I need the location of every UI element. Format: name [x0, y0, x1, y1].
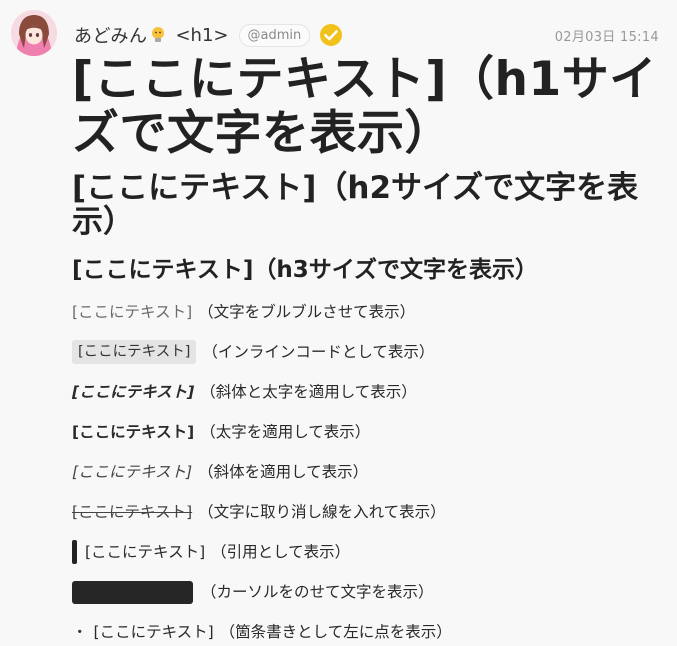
quote-row: [ここにテキスト] （引用として表示） — [72, 540, 350, 564]
spoiler-hidden-text[interactable] — [72, 580, 193, 604]
avatar[interactable] — [11, 10, 57, 56]
bold-italic-text: [ここにテキスト] — [72, 383, 195, 401]
row-description: （引用として表示） — [211, 543, 351, 561]
italic-row: [ここにテキスト] （斜体を適用して表示） — [72, 460, 368, 484]
quote-text: [ここにテキスト] — [85, 543, 206, 561]
blur-text-row: [ここにテキスト] （文字をブルブルさせて表示） — [72, 300, 415, 324]
row-description: （インラインコードとして表示） — [202, 343, 435, 361]
bullet-point: ・ — [72, 623, 88, 641]
lightbulb-character-icon — [148, 25, 168, 45]
bullet-text: [ここにテキスト] — [93, 623, 214, 641]
row-description: （箇条書きとして左に点を表示） — [219, 623, 452, 641]
heading-h1: [ここにテキスト]（h1サイズで文字を表示） — [72, 52, 657, 161]
bold-italic-row: [ここにテキスト] （斜体と太字を適用して表示） — [72, 380, 417, 404]
post-header: あどみん <h1> @admin 02月03日 15:14 — [74, 20, 659, 50]
italic-text: [ここにテキスト] — [72, 463, 193, 481]
bold-row: [ここにテキスト] （太字を適用して表示） — [72, 420, 370, 444]
user-handle[interactable]: @admin — [238, 23, 311, 47]
inline-code: [ここにテキスト] — [72, 340, 197, 364]
post-timestamp[interactable]: 02月03日 15:14 — [555, 26, 659, 45]
strikethrough-row: [ここにテキスト] （文字に取り消し線を入れて表示） — [72, 500, 446, 524]
row-description: （文字に取り消し線を入れて表示） — [198, 503, 446, 521]
user-name[interactable]: あどみん — [74, 22, 147, 48]
verified-check-icon — [319, 23, 343, 47]
bullet-row: ・ [ここにテキスト] （箇条書きとして左に点を表示） — [72, 620, 452, 644]
blur-text: [ここにテキスト] — [72, 303, 193, 321]
bold-text: [ここにテキスト] — [72, 423, 195, 441]
heading-h3: [ここにテキスト]（h3サイズで文字を表示） — [72, 257, 539, 283]
heading-h2: [ここにテキスト]（h2サイズで文字を表示） — [72, 170, 639, 240]
row-description: （文字をブルブルさせて表示） — [198, 303, 416, 321]
inline-code-row: [ここにテキスト] （インラインコードとして表示） — [72, 340, 434, 364]
strikethrough-text: [ここにテキスト] — [72, 503, 193, 521]
spoiler-row: （カーソルをのせて文字を表示） — [72, 580, 434, 604]
row-description: （斜体を適用して表示） — [198, 463, 369, 481]
quote-bar — [72, 540, 77, 564]
row-description: （太字を適用して表示） — [200, 423, 371, 441]
row-description: （斜体と太字を適用して表示） — [200, 383, 417, 401]
row-description: （カーソルをのせて文字を表示） — [201, 583, 434, 601]
user-name-tag: <h1> — [175, 24, 229, 46]
